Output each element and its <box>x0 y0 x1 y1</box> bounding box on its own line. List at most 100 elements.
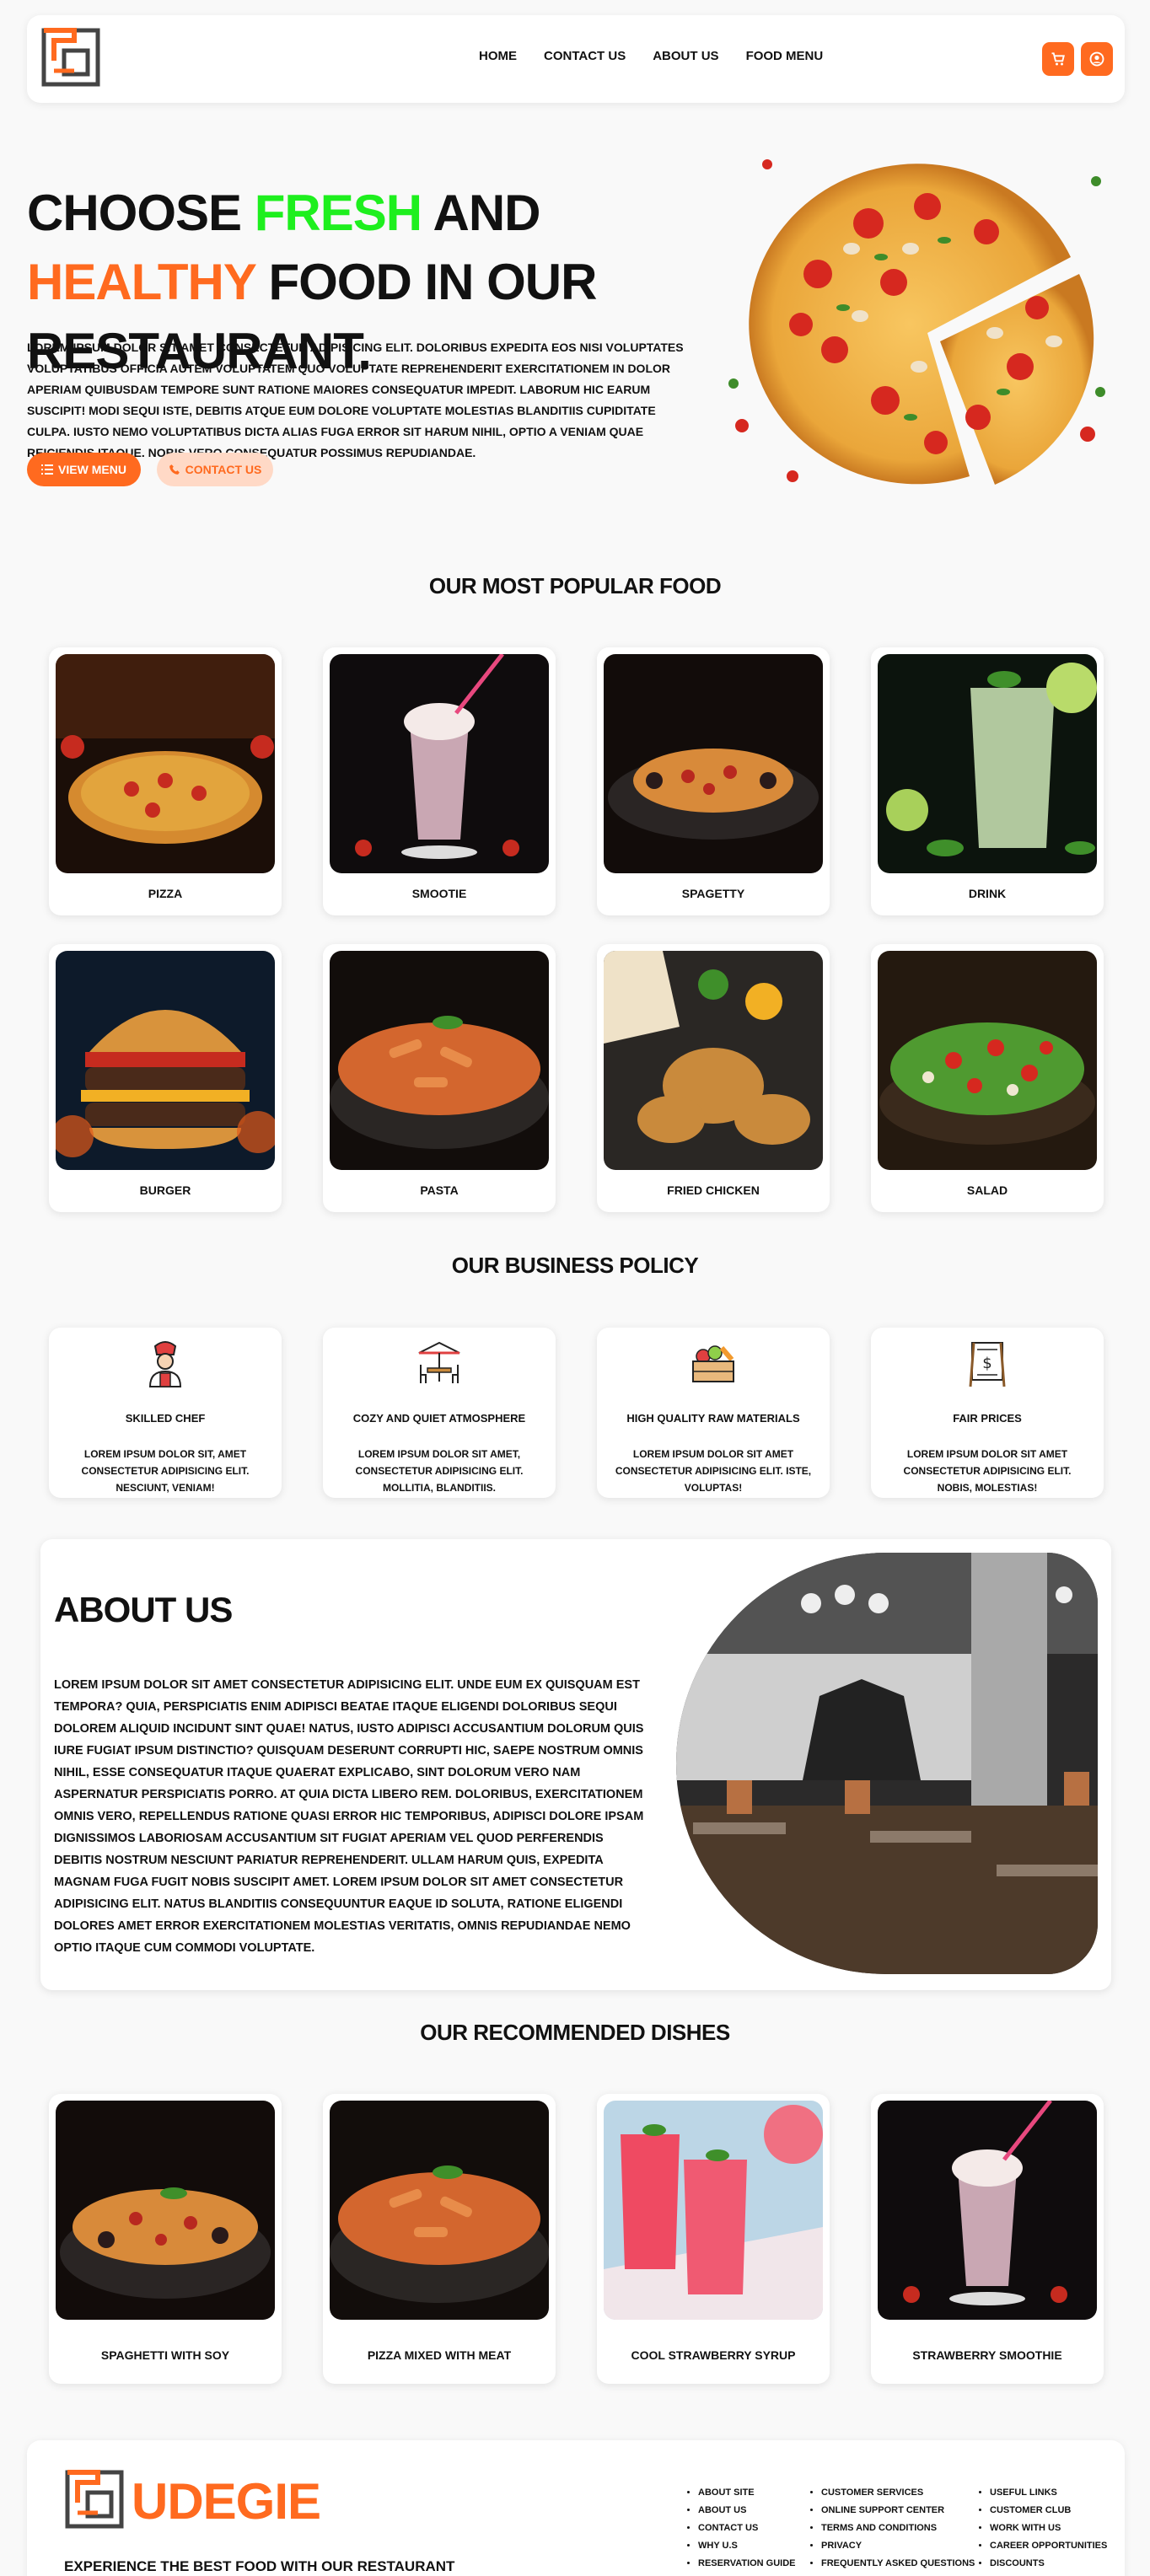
policy-text: LOREM IPSUM DOLOR SIT AMET, CONSECTETUR … <box>355 1448 524 1494</box>
nav-links: HOME CONTACT US ABOUT US FOOD MENU <box>479 49 823 63</box>
cafe-table-icon <box>418 1341 460 1383</box>
list-icon <box>41 464 54 475</box>
nav-contact[interactable]: CONTACT US <box>544 49 626 63</box>
policy-text: LOREM IPSUM DOLOR SIT AMET CONSECTETUR A… <box>615 1448 812 1494</box>
restaurant-interior-image <box>676 1553 1098 1974</box>
vegetable-crate-icon <box>692 1345 734 1382</box>
policy-text: LOREM IPSUM DOLOR SIT AMET CONSECTETUR A… <box>903 1448 1072 1494</box>
strawberry-smoothie-image <box>878 2101 1097 2320</box>
nav-about[interactable]: ABOUT US <box>653 49 718 63</box>
footer-link[interactable]: TERMS AND CONDITIONS <box>821 2520 975 2537</box>
footer-link[interactable]: CUSTOMER SERVICES <box>821 2484 975 2502</box>
footer-link[interactable]: RESERVATION GUIDE <box>698 2555 796 2573</box>
smootie-image <box>330 654 549 873</box>
policy-text: LOREM IPSUM DOLOR SIT, AMET CONSECTETUR … <box>81 1448 250 1494</box>
hero-text: LOREM IPSUM DOLOR SIT AMET CONSECTETUR A… <box>27 341 684 459</box>
phone-icon <box>169 464 180 475</box>
policy-card-prices: $ FAIR PRICES LOREM IPSUM DOLOR SIT AMET… <box>871 1328 1104 1498</box>
footer-link[interactable]: ABOUT US <box>698 2502 796 2520</box>
pizza-meat-image <box>330 2101 549 2320</box>
food-card-fried-chicken[interactable]: FRIED CHICKEN <box>597 944 830 1212</box>
hero-title-fresh: FRESH <box>254 185 422 241</box>
footer-link[interactable]: CAREER OPPORTUNITIES <box>990 2537 1107 2555</box>
dish-card-pizza-meat[interactable]: PIZZA MIXED WITH MEAT <box>323 2094 556 2384</box>
contact-us-label: CONTACT US <box>185 463 262 476</box>
pasta-image <box>330 951 549 1170</box>
policy-card-materials: HIGH QUALITY RAW MATERIALS LOREM IPSUM D… <box>597 1328 830 1498</box>
food-card-label: DRINK <box>968 887 1007 900</box>
cart-icon <box>1051 52 1065 66</box>
policy-title: SKILLED CHEF <box>125 1412 206 1425</box>
footer-tagline: EXPERIENCE THE BEST FOOD WITH OUR RESTAU… <box>64 2558 455 2574</box>
nav-food-menu[interactable]: FOOD MENU <box>746 49 824 63</box>
burger-image <box>56 951 275 1170</box>
policy-title: COZY AND QUIET ATMOSPHERE <box>352 1412 526 1425</box>
dish-card-label: COOL STRAWBERRY SYRUP <box>631 2348 796 2362</box>
dish-card-spaghetti-soy[interactable]: SPAGHETTI WITH SOY <box>49 2094 282 2384</box>
fried-chicken-image <box>604 951 823 1170</box>
footer-brand: UDEGIE <box>132 2473 321 2530</box>
footer-link[interactable]: CONTACT US <box>698 2520 796 2537</box>
footer-link[interactable]: CUSTOMER CLUB <box>990 2502 1107 2520</box>
footer-link[interactable]: USEFUL LINKS <box>990 2484 1107 2502</box>
footer: UDEGIE EXPERIENCE THE BEST FOOD WITH OUR… <box>27 2440 1125 2576</box>
food-card-burger[interactable]: BURGER <box>49 944 282 1212</box>
logo-icon[interactable] <box>40 27 101 88</box>
footer-link[interactable]: WORK WITH US <box>990 2520 1107 2537</box>
view-menu-button[interactable]: VIEW MENU <box>27 453 141 486</box>
footer-link[interactable]: WHY U.S <box>698 2537 796 2555</box>
dish-card-label: STRAWBERRY SMOOTHIE <box>912 2348 1062 2362</box>
about-title: ABOUT US <box>54 1590 233 1629</box>
nav-home[interactable]: HOME <box>479 49 517 63</box>
footer-link[interactable]: ABOUT SITE <box>698 2484 796 2502</box>
policy-card-atmosphere: COZY AND QUIET ATMOSPHERE LOREM IPSUM DO… <box>323 1328 556 1498</box>
view-menu-label: VIEW MENU <box>58 463 126 476</box>
recommended-title: OUR RECOMMENDED DISHES <box>420 2020 730 2045</box>
popular-title: OUR MOST POPULAR FOOD <box>428 573 722 598</box>
hero-title-healthy: HEALTHY <box>27 254 256 310</box>
dish-card-strawberry-syrup[interactable]: COOL STRAWBERRY SYRUP <box>597 2094 830 2384</box>
hero-title-part2: AND <box>422 185 541 241</box>
pizza-image <box>56 654 275 873</box>
about-text: LOREM IPSUM DOLOR SIT AMET CONSECTETUR A… <box>54 1678 644 1955</box>
contact-us-button[interactable]: CONTACT US <box>157 453 273 486</box>
chef-icon <box>148 1341 182 1387</box>
footer-logo-icon[interactable] <box>64 2469 125 2530</box>
food-card-spagetty[interactable]: SPAGETTY <box>597 647 830 915</box>
cart-button[interactable] <box>1042 42 1074 76</box>
policy-card-chef: SKILLED CHEF LOREM IPSUM DOLOR SIT, AMET… <box>49 1328 282 1498</box>
footer-link[interactable]: FREQUENTLY ASKED QUESTIONS <box>821 2555 975 2573</box>
food-card-pizza[interactable]: PIZZA <box>49 647 282 915</box>
salad-image <box>878 951 1097 1170</box>
dish-card-strawberry-smoothie[interactable]: STRAWBERRY SMOOTHIE <box>871 2094 1104 2384</box>
navbar: HOME CONTACT US ABOUT US FOOD MENU <box>27 15 1125 103</box>
about-section: ABOUT US LOREM IPSUM DOLOR SIT AMET CONS… <box>40 1539 1111 1990</box>
price-board-icon: $ <box>969 1342 1006 1387</box>
footer-link[interactable]: ONLINE SUPPORT CENTER <box>821 2502 975 2520</box>
policy-title: HIGH QUALITY RAW MATERIALS <box>626 1412 800 1425</box>
food-card-pasta[interactable]: PASTA <box>323 944 556 1212</box>
footer-link[interactable]: DISCOUNTS <box>990 2555 1107 2573</box>
food-card-label: BURGER <box>139 1183 191 1197</box>
footer-column-links: USEFUL LINKS CUSTOMER CLUB WORK WITH US … <box>976 2484 1107 2573</box>
food-card-smootie[interactable]: SMOOTIE <box>323 647 556 915</box>
policy-title: OUR BUSINESS POLICY <box>451 1253 699 1278</box>
food-card-label: SPAGETTY <box>681 887 745 900</box>
footer-column-services: CUSTOMER SERVICES ONLINE SUPPORT CENTER … <box>808 2484 975 2573</box>
food-card-label: SMOOTIE <box>411 887 467 900</box>
hero-pizza-image <box>728 159 1105 485</box>
food-card-salad[interactable]: SALAD <box>871 944 1104 1212</box>
user-button[interactable] <box>1081 42 1113 76</box>
svg-text:$: $ <box>982 1355 991 1372</box>
food-card-label: FRIED CHICKEN <box>667 1183 760 1197</box>
dish-card-label: PIZZA MIXED WITH MEAT <box>367 2348 512 2362</box>
policy-title: FAIR PRICES <box>953 1412 1022 1425</box>
food-card-drink[interactable]: DRINK <box>871 647 1104 915</box>
food-card-label: PASTA <box>420 1183 459 1197</box>
spagetty-image <box>604 654 823 873</box>
footer-column-about: ABOUT SITE ABOUT US CONTACT US WHY U.S R… <box>685 2484 796 2573</box>
drink-image <box>878 654 1097 873</box>
food-card-label: SALAD <box>966 1183 1008 1197</box>
dish-card-label: SPAGHETTI WITH SOY <box>100 2348 230 2362</box>
footer-link[interactable]: PRIVACY <box>821 2537 975 2555</box>
